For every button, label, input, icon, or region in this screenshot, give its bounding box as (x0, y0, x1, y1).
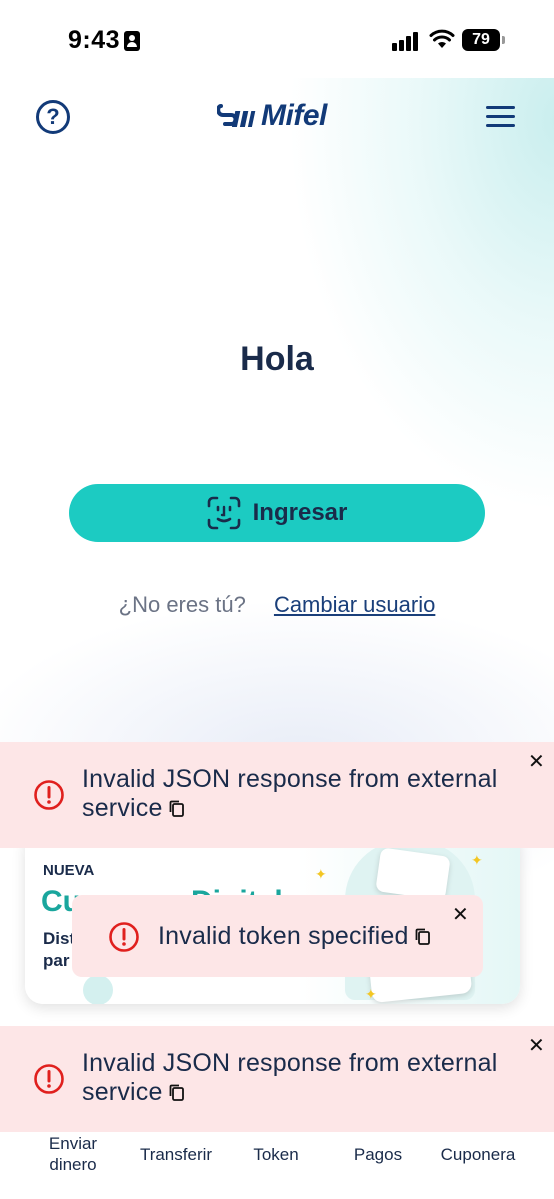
person-badge-icon (124, 31, 140, 51)
copy-icon[interactable] (169, 800, 185, 818)
error-icon (34, 1064, 64, 1094)
hamburger-menu-icon[interactable] (486, 106, 515, 128)
error-icon (34, 780, 64, 810)
login-button-label: Ingresar (252, 499, 348, 526)
not-you-question: ¿No eres tú? (118, 592, 246, 617)
greeting-title: Hola (240, 340, 314, 378)
error-toast: Invalid JSON response from external serv… (0, 1026, 554, 1132)
logo-text: Mifel (261, 99, 327, 132)
sparkle-icon: ✦ (365, 986, 377, 1002)
copy-icon[interactable] (415, 928, 431, 946)
help-button[interactable]: ? (36, 100, 70, 134)
promo-decoration (83, 975, 113, 1004)
close-icon[interactable]: ✕ (528, 1036, 545, 1056)
nav-item-token[interactable]: Token (236, 1144, 316, 1165)
nav-item-cuponera[interactable]: Cuponera (430, 1144, 526, 1165)
question-circle-icon: ? (46, 104, 60, 129)
change-user-link[interactable]: Cambiar usuario (274, 592, 435, 617)
error-toast: Invalid token specified ✕ (72, 895, 483, 977)
promo-description-line1: Dist (43, 929, 76, 948)
face-id-icon (207, 496, 240, 530)
promo-badge: NUEVA (43, 862, 95, 879)
nav-label: Pagos (353, 1145, 403, 1164)
not-you-row: ¿No eres tú? Cambiar usuario (0, 592, 554, 618)
toast-message: Invalid JSON response from external serv… (82, 765, 498, 822)
nav-item-pagos[interactable]: Pagos (336, 1144, 420, 1165)
mifel-logo-mark-icon (217, 104, 256, 127)
toast-message: Invalid token specified (158, 922, 431, 951)
sparkle-icon: ✦ (471, 852, 483, 868)
battery-icon: 79 (462, 29, 505, 51)
copy-icon[interactable] (169, 1084, 185, 1102)
wifi-icon (429, 29, 455, 48)
nav-label: Token (253, 1145, 299, 1164)
nav-item-transferir[interactable]: Transferir (126, 1144, 226, 1165)
sparkle-icon: ✦ (315, 866, 327, 882)
mifel-logo: Mifel (217, 98, 327, 134)
toast-message: Invalid JSON response from external serv… (82, 1049, 498, 1106)
status-time: 9:43 (68, 26, 121, 54)
close-icon[interactable]: ✕ (452, 905, 469, 925)
error-icon (109, 922, 139, 952)
nav-label: Transferir (139, 1145, 213, 1164)
cellular-signal-icon (392, 31, 422, 51)
promo-description-line2: par (43, 951, 70, 970)
nav-item-enviar-dinero[interactable]: Enviar dinero (30, 1133, 116, 1175)
nav-label: Cuponera (440, 1145, 516, 1164)
close-icon[interactable]: ✕ (528, 752, 545, 772)
login-button[interactable]: Ingresar (69, 484, 485, 542)
nav-label: dinero (49, 1155, 97, 1174)
nav-label: Enviar (48, 1134, 98, 1153)
status-bar: 9:43 79 (0, 0, 554, 78)
error-toast: Invalid JSON response from external serv… (0, 742, 554, 848)
bottom-nav: Enviar dinero Transferir Token Pagos Cup… (0, 1132, 554, 1199)
promo-description: Dist par (43, 928, 75, 972)
app-screen: 9:43 79 ? Mifel Hola Ingresar ¿No eres t… (0, 0, 554, 1199)
